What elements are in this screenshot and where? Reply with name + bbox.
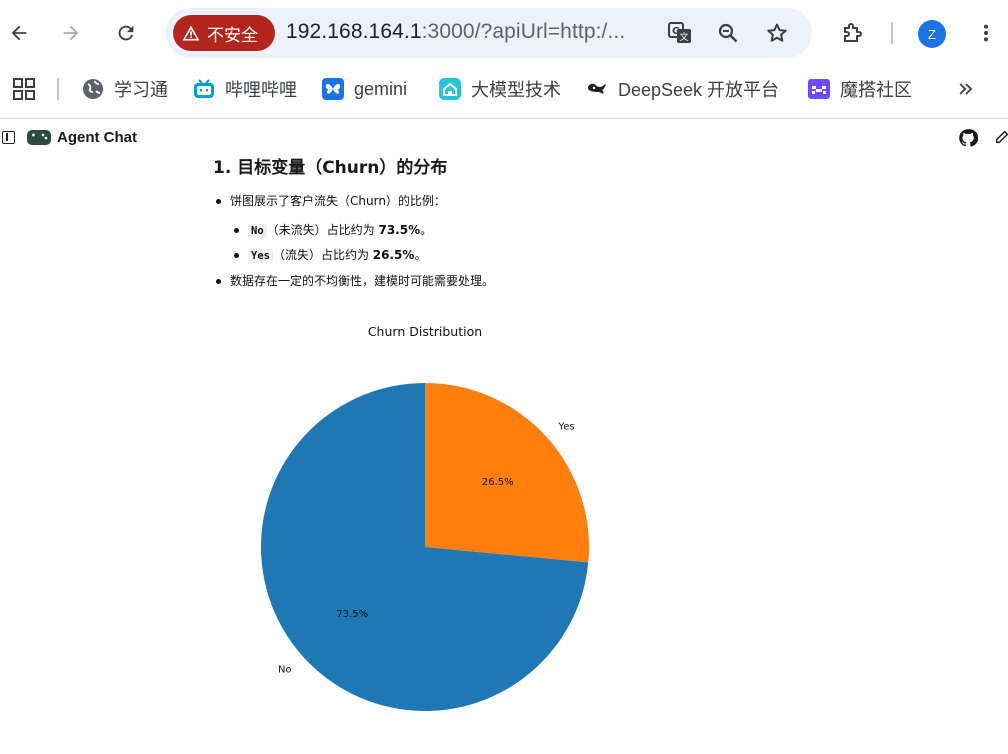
assistant-message: 1. 目标变量（Churn）的分布 饼图展示了客户流失（Churn）的比例： N…	[213, 156, 913, 290]
bookmarks-bar: 学习通 哔哩哔哩 gemini 大模型技术 DeepSeek 开放平台 魔搭社区	[0, 66, 1008, 112]
app-title: Agent Chat	[57, 129, 137, 146]
browser-toolbar: 不安全 192.168.164.1:3000/?apiUrl=http:/...…	[0, 0, 1008, 66]
list-item-punct: 。	[414, 248, 427, 262]
bookmark-label: 哔哩哔哩	[225, 80, 297, 100]
bookmark-label: 大模型技术	[471, 80, 561, 100]
list-item-text: （未流失）占比约为	[266, 223, 379, 237]
whale-icon	[585, 77, 609, 101]
puzzle-icon	[844, 23, 862, 42]
apps-grid-icon	[13, 78, 35, 100]
translate-icon: G文	[668, 22, 691, 43]
pie-chart-svg: Churn Distribution 26.5% Yes 73.5% No	[261, 324, 589, 711]
more-bookmarks-button[interactable]	[953, 76, 979, 102]
bookmark-llm-tech[interactable]: 大模型技术	[438, 75, 561, 103]
agent-logo-icon	[27, 130, 51, 145]
pie-slice-yes	[425, 383, 589, 563]
bookmark-gemini[interactable]: gemini	[321, 75, 407, 103]
extensions-button[interactable]	[835, 15, 871, 51]
translate-button[interactable]: G文	[666, 19, 694, 47]
bookmark-label: 学习通	[114, 80, 168, 100]
security-label: 不安全	[207, 25, 258, 46]
modelscope-icon	[807, 77, 831, 101]
svg-text:文: 文	[680, 31, 689, 43]
bilibili-icon	[192, 77, 216, 101]
zoom-button[interactable]	[714, 19, 742, 47]
pie-pct-label: 73.5%	[336, 609, 368, 620]
house-icon	[438, 77, 462, 101]
globe-icon	[81, 77, 105, 101]
bold-value: 26.5%	[372, 248, 415, 262]
url-path: :3000/?apiUrl=http:/...	[421, 20, 626, 43]
butterfly-icon	[321, 77, 345, 101]
list-item-text: （流失）占比约为	[272, 248, 373, 262]
list-item: 数据存在一定的不均衡性，建模时可能需要处理。	[213, 272, 913, 290]
url-host: 192.168.164.1	[286, 20, 422, 43]
bookmark-star-button[interactable]	[763, 19, 791, 47]
browser-menu-button[interactable]	[968, 15, 1004, 51]
bookmark-xuexitong[interactable]: 学习通	[81, 75, 168, 103]
bookmark-modelscope[interactable]: 魔搭社区	[807, 75, 912, 103]
forward-button[interactable]	[53, 15, 89, 51]
reload-button[interactable]	[108, 15, 144, 51]
churn-pie-chart: Churn Distribution 26.5% Yes 73.5% No	[213, 318, 643, 750]
star-icon	[767, 23, 787, 42]
app-header: Agent Chat	[0, 119, 1008, 157]
url-text[interactable]: 192.168.164.1:3000/?apiUrl=http:/...	[286, 20, 625, 44]
bookmark-label: DeepSeek 开放平台	[618, 80, 780, 100]
back-button[interactable]	[1, 15, 37, 51]
warning-icon	[182, 25, 200, 41]
list-item-text: 饼图展示了客户流失（Churn）的比例：	[230, 194, 446, 208]
bold-value: 73.5%	[378, 223, 421, 237]
section-heading: 1. 目标变量（Churn）的分布	[213, 158, 448, 178]
pie-category-label: No	[278, 664, 292, 675]
chart-title: Churn Distribution	[368, 324, 482, 339]
list-item: 饼图展示了客户流失（Churn）的比例： No （未流失）占比约为 73.5%。 …	[213, 192, 913, 265]
list-item-punct: 。	[420, 223, 433, 237]
pie-category-label: Yes	[557, 422, 574, 433]
list-item: Yes （流失）占比约为 26.5%。	[230, 246, 913, 265]
summary-list: 饼图展示了客户流失（Churn）的比例： No （未流失）占比约为 73.5%。 …	[213, 192, 913, 290]
arrow-right-icon	[63, 25, 79, 41]
security-chip[interactable]: 不安全	[173, 15, 275, 51]
bookmark-bilibili[interactable]: 哔哩哔哩	[192, 75, 297, 103]
list-item: No （未流失）占比约为 73.5%。	[230, 221, 913, 240]
list-item-text: 数据存在一定的不均衡性，建模时可能需要处理。	[230, 274, 495, 288]
bookmarks-divider	[57, 78, 59, 100]
inline-code: Yes	[248, 249, 273, 263]
bookmark-label: gemini	[354, 78, 408, 99]
bookmark-deepseek[interactable]: DeepSeek 开放平台	[585, 75, 779, 103]
edit-icon[interactable]	[994, 129, 1008, 147]
arrow-left-icon	[11, 25, 27, 41]
address-bar[interactable]: 不安全 192.168.164.1:3000/?apiUrl=http:/...…	[166, 8, 812, 58]
github-icon[interactable]	[958, 128, 979, 148]
pie-pct-label: 26.5%	[482, 477, 514, 488]
reload-icon	[118, 25, 134, 41]
double-chevron-right-icon	[959, 83, 973, 95]
profile-avatar[interactable]: Z	[918, 20, 946, 48]
sidebar-toggle-icon[interactable]	[2, 131, 15, 144]
magnifier-icon	[718, 23, 738, 43]
toolbar-divider	[891, 22, 893, 44]
more-vertical-icon	[983, 24, 989, 42]
sub-list: No （未流失）占比约为 73.5%。 Yes （流失）占比约为 26.5%。	[230, 221, 913, 265]
bookmark-label: 魔搭社区	[840, 80, 912, 100]
inline-code: No	[248, 224, 267, 238]
apps-grid-button[interactable]	[12, 77, 36, 101]
